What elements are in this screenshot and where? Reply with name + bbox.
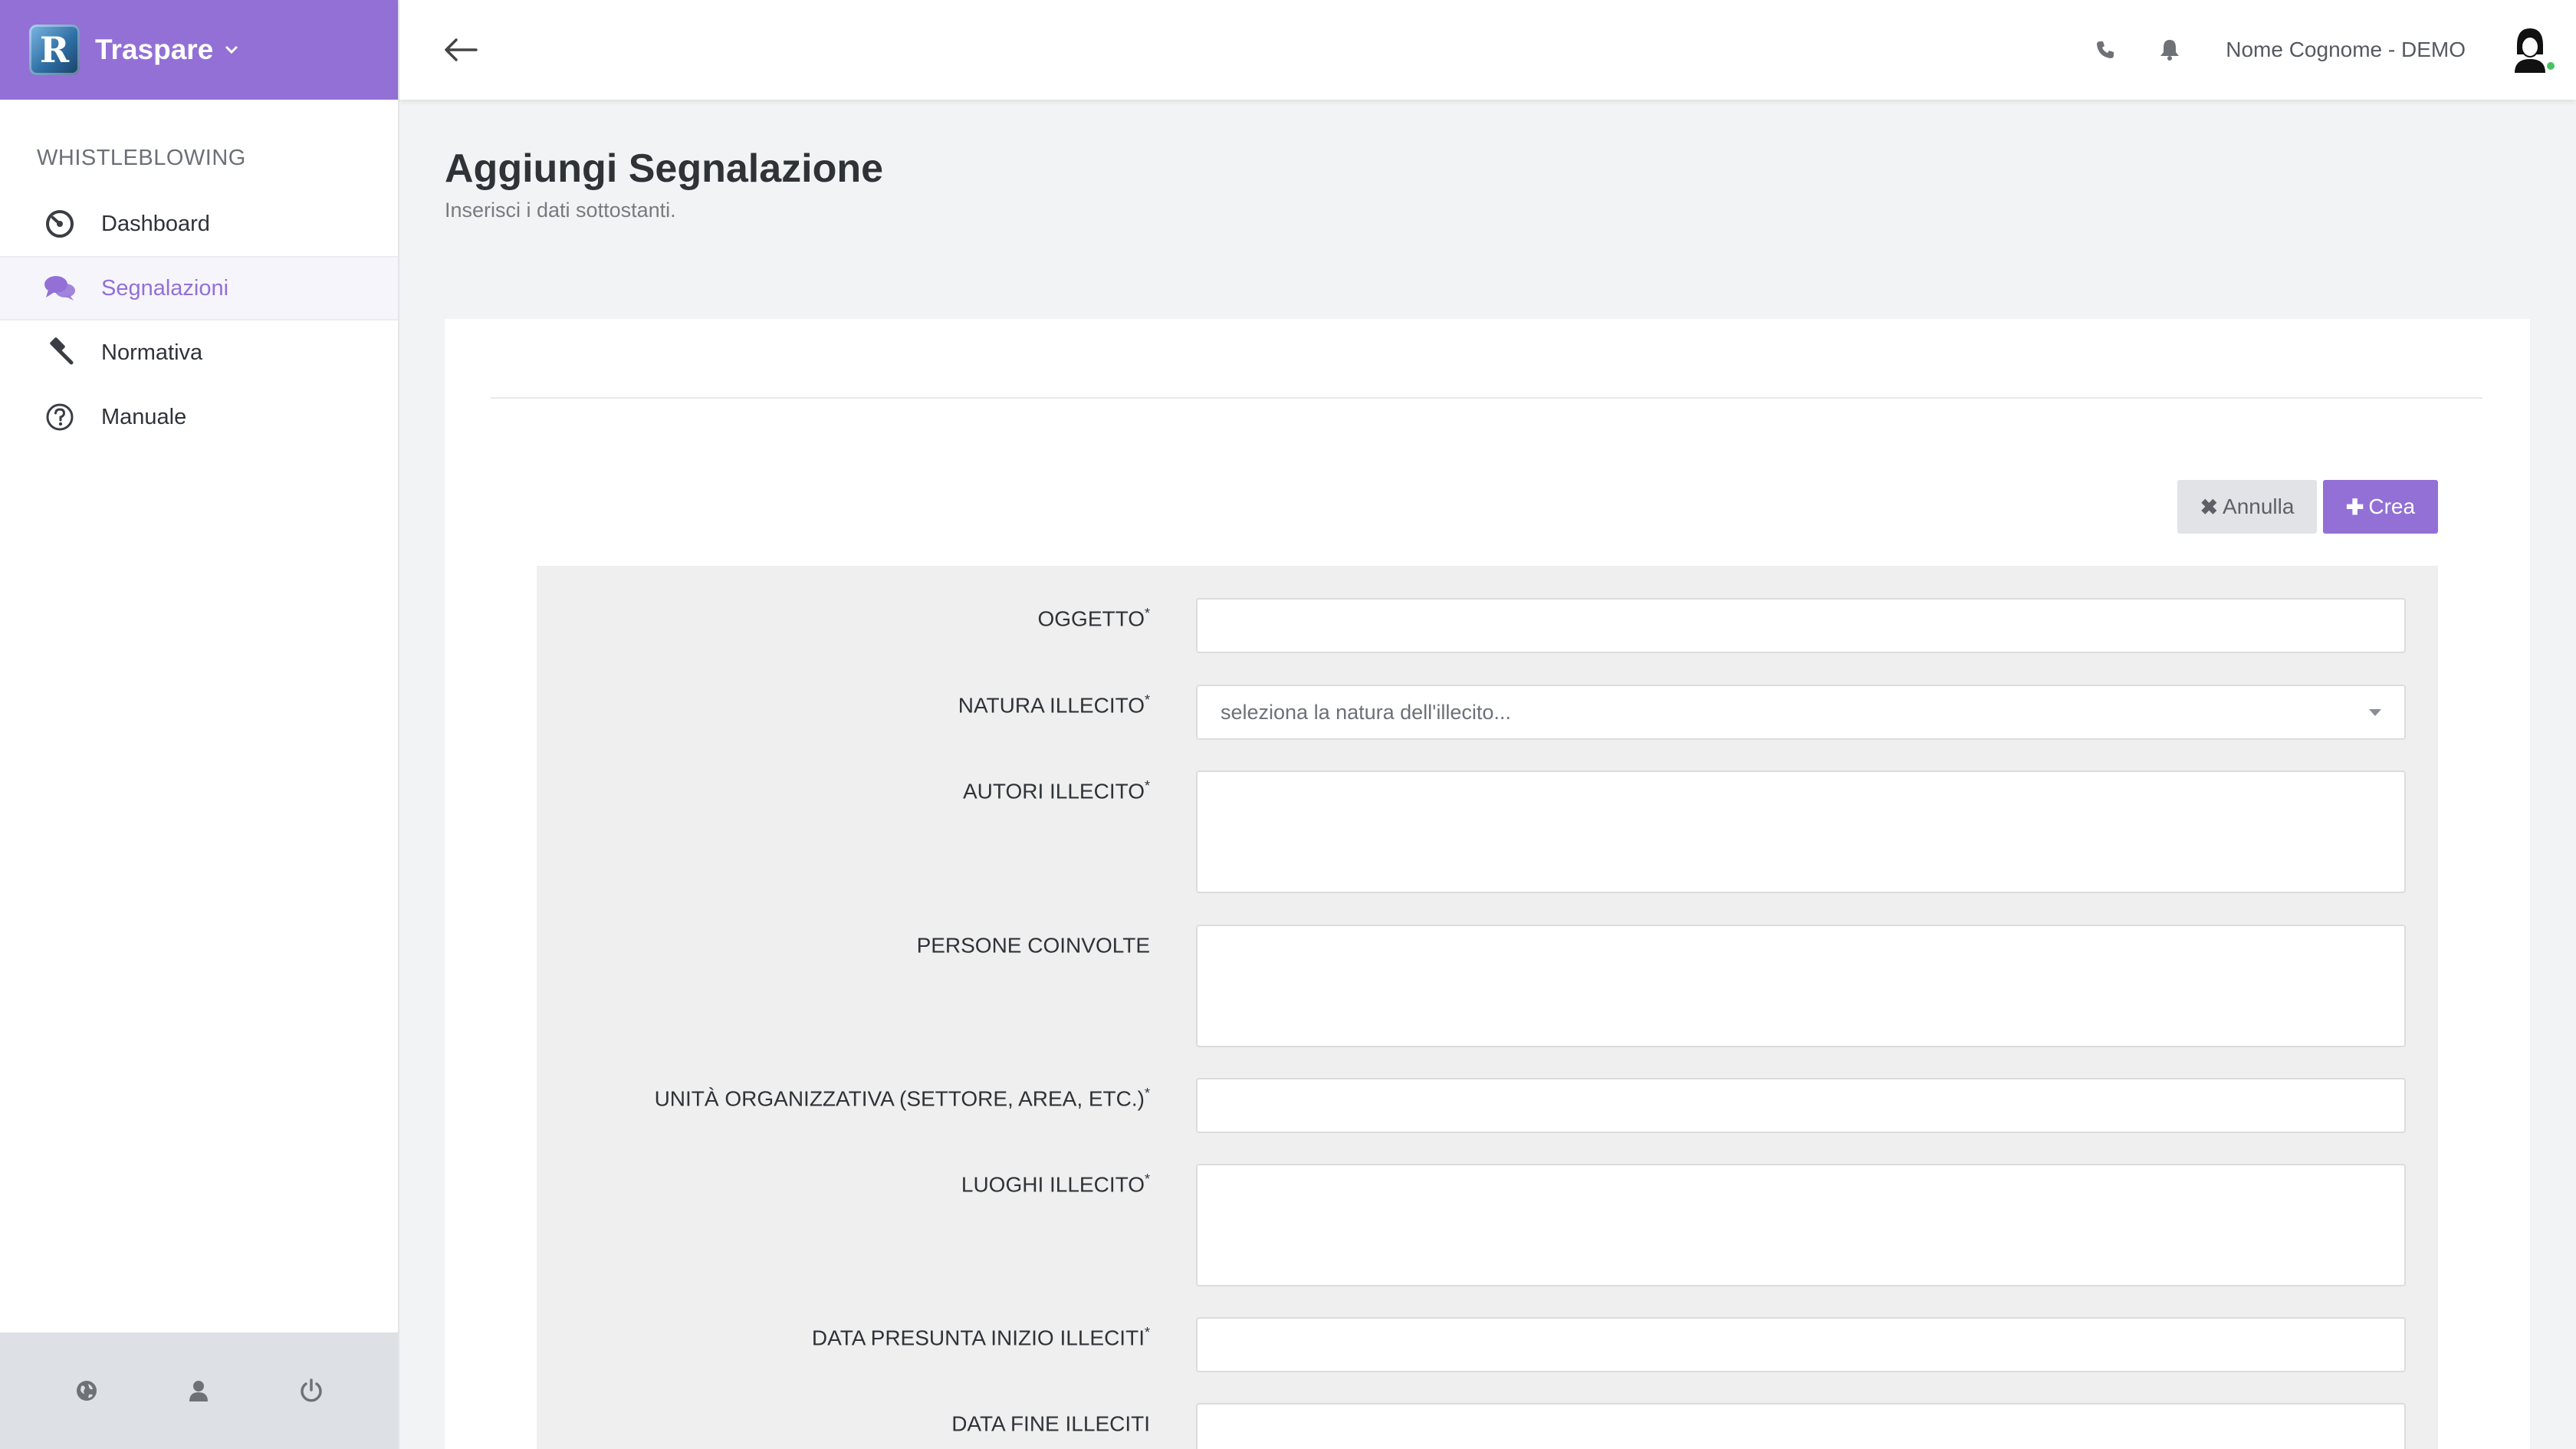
field-label: NATURA ILLECITO* xyxy=(958,692,1150,718)
field-label: UNITÀ ORGANIZZATIVA (SETTORE, AREA, ETC.… xyxy=(654,1086,1150,1111)
sidebar-footer xyxy=(0,1332,398,1449)
user-name[interactable]: Nome Cognome - DEMO xyxy=(2226,38,2466,62)
field-label: OGGETTO* xyxy=(1037,606,1150,631)
data-fine-input[interactable] xyxy=(1196,1403,2406,1449)
field-label: LUOGHI ILLECITO* xyxy=(961,1171,1150,1197)
field-label: AUTORI ILLECITO* xyxy=(962,778,1150,803)
brand-switcher[interactable]: R Traspare xyxy=(0,0,398,100)
sidebar-item-dashboard[interactable]: Dashboard xyxy=(0,192,398,256)
globe-icon[interactable] xyxy=(64,1368,110,1414)
divider xyxy=(491,397,2482,399)
brand-logo: R xyxy=(29,25,80,75)
sidebar-section-title: WHISTLEBLOWING xyxy=(37,146,246,170)
dashboard-gauge-icon xyxy=(43,207,77,241)
persone-coinvolte-textarea[interactable] xyxy=(1196,925,2406,1047)
cancel-button[interactable]: ✖ Annulla xyxy=(2177,480,2317,534)
sidebar-item-label: Normativa xyxy=(101,340,203,365)
power-icon[interactable] xyxy=(288,1368,334,1414)
cancel-button-label: Annulla xyxy=(2223,495,2295,518)
brand-name: Traspare xyxy=(95,34,214,65)
plus-icon: ✚ xyxy=(2345,495,2364,519)
back-arrow-icon[interactable] xyxy=(438,27,484,73)
sidebar-menu: Dashboard Segnalazioni Normativa Manuale xyxy=(0,192,398,449)
sidebar-item-label: Segnalazioni xyxy=(101,275,229,301)
sidebar-item-label: Dashboard xyxy=(101,211,210,236)
chevron-down-icon xyxy=(224,44,239,55)
page-title: Aggiungi Segnalazione xyxy=(445,146,884,191)
page-subtitle: Inserisci i dati sottostanti. xyxy=(445,199,676,222)
field-label: PERSONE COINVOLTE xyxy=(916,933,1150,958)
report-form: OGGETTO* NATURA ILLECITO* seleziona la n… xyxy=(537,566,2438,1449)
sidebar: R Traspare WHISTLEBLOWING Dashboard Segn… xyxy=(0,0,399,1449)
unita-organizzativa-input[interactable] xyxy=(1196,1078,2406,1133)
top-bar-actions: Nome Cognome - DEMO xyxy=(2086,25,2576,74)
sidebar-item-manuale[interactable]: Manuale xyxy=(0,385,398,449)
field-label: DATA FINE ILLECITI xyxy=(951,1411,1150,1436)
phone-icon[interactable] xyxy=(2086,31,2124,69)
avatar[interactable] xyxy=(2507,25,2556,74)
oggetto-input[interactable] xyxy=(1196,598,2406,653)
sidebar-item-normativa[interactable]: Normativa xyxy=(0,320,398,385)
data-inizio-input[interactable] xyxy=(1196,1317,2406,1372)
select-placeholder: seleziona la natura dell'illecito... xyxy=(1221,700,1511,724)
top-bar: Nome Cognome - DEMO xyxy=(399,0,2576,100)
create-button-label: Crea xyxy=(2368,495,2416,518)
close-icon: ✖ xyxy=(2200,495,2219,519)
natura-illecito-select[interactable]: seleziona la natura dell'illecito... xyxy=(1196,685,2406,740)
form-card: ✖ Annulla ✚ Crea OGGETTO* NATURA ILLECIT… xyxy=(445,319,2530,1449)
online-status-dot xyxy=(2545,61,2556,71)
gavel-icon xyxy=(43,336,77,370)
help-circle-icon xyxy=(43,400,77,434)
bell-icon[interactable] xyxy=(2150,31,2189,69)
create-button[interactable]: ✚ Crea xyxy=(2323,480,2438,534)
user-icon[interactable] xyxy=(176,1368,222,1414)
comments-icon xyxy=(43,271,77,305)
field-label: DATA PRESUNTA INIZIO ILLECITI* xyxy=(811,1325,1150,1350)
sidebar-item-segnalazioni[interactable]: Segnalazioni xyxy=(0,256,398,320)
autori-illecito-textarea[interactable] xyxy=(1196,770,2406,893)
caret-down-icon xyxy=(2369,708,2381,716)
luoghi-illecito-textarea[interactable] xyxy=(1196,1164,2406,1286)
sidebar-item-label: Manuale xyxy=(101,404,187,429)
